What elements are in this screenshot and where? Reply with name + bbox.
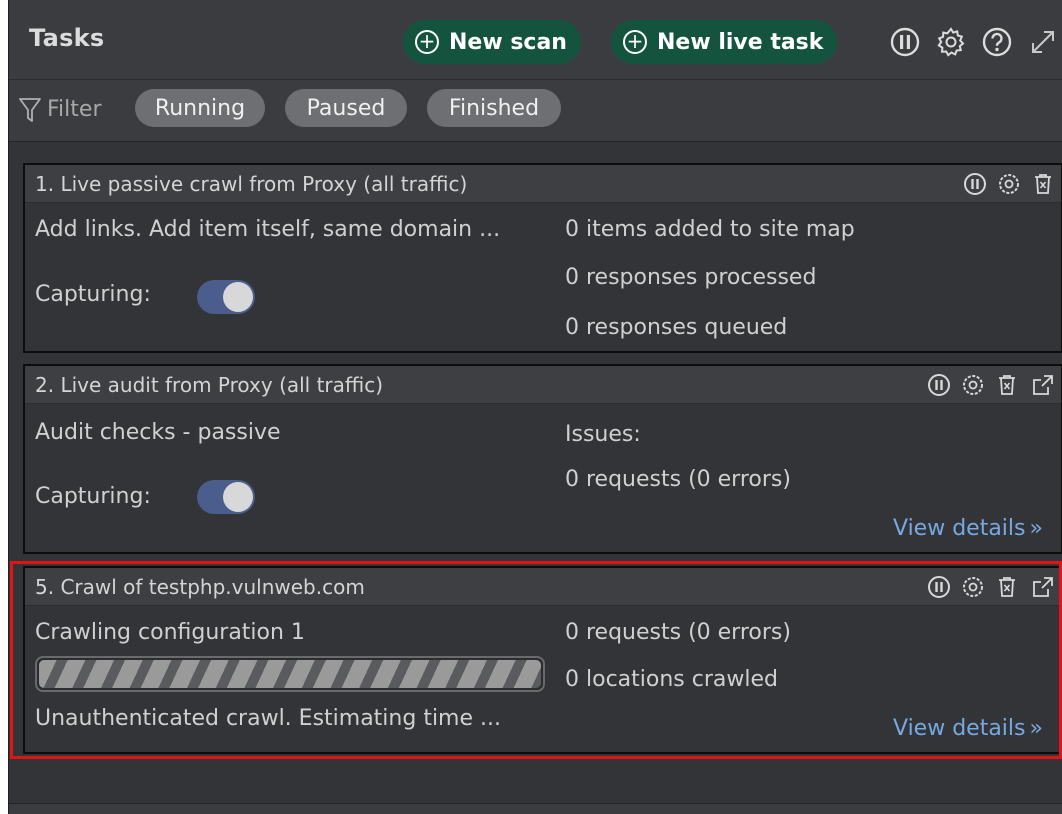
new-scan-label: New scan (449, 29, 567, 55)
task-title: 2. Live audit from Proxy (all traffic) (35, 373, 384, 397)
task-stat: 0 requests (0 errors) (565, 620, 791, 645)
task-card-5[interactable]: 5. Crawl of testphp.vulnweb.com Crawling… (23, 566, 1062, 754)
task-card-1[interactable]: 1. Live passive crawl from Proxy (all tr… (23, 163, 1062, 353)
task-stat: 0 requests (0 errors) (565, 467, 791, 492)
panel-title: Tasks (29, 24, 105, 52)
task-card-2[interactable]: 2. Live audit from Proxy (all traffic) A… (23, 364, 1062, 554)
filter-chip-running[interactable]: Running (135, 89, 265, 127)
filter-label: Filter (47, 97, 102, 122)
open-external-icon[interactable] (1031, 575, 1055, 599)
view-details-link[interactable]: View details» (893, 516, 1043, 541)
task-header: 2. Live audit from Proxy (all traffic) (25, 366, 1061, 404)
plus-circle-icon: + (415, 30, 439, 54)
task-stat: Issues: (565, 422, 641, 447)
task-stat: 0 locations crawled (565, 667, 778, 692)
gear-icon[interactable] (935, 26, 967, 58)
gear-icon[interactable] (997, 172, 1021, 196)
double-chevron-right-icon: » (1029, 716, 1043, 741)
open-external-icon[interactable] (1031, 373, 1055, 397)
task-description: Add links. Add item itself, same domain … (35, 217, 501, 242)
trash-icon[interactable] (995, 373, 1019, 397)
pause-icon[interactable] (927, 575, 951, 599)
gear-icon[interactable] (961, 575, 985, 599)
toggle-knob (223, 482, 253, 512)
capturing-toggle[interactable] (197, 480, 255, 514)
view-details-label: View details (893, 516, 1026, 541)
tasks-header: Tasks + New scan + New live task (9, 0, 1062, 80)
task-description: Audit checks - passive (35, 420, 281, 445)
task-title: 1. Live passive crawl from Proxy (all tr… (35, 172, 468, 196)
task-title: 5. Crawl of testphp.vulnweb.com (35, 575, 365, 599)
help-icon[interactable] (981, 26, 1013, 58)
double-chevron-right-icon: » (1029, 516, 1043, 541)
filter-icon[interactable] (19, 97, 41, 123)
pause-icon[interactable] (927, 373, 951, 397)
pause-icon[interactable] (889, 26, 921, 58)
expand-icon[interactable] (1027, 26, 1059, 58)
crawl-progress-bar (35, 656, 545, 692)
capturing-label: Capturing: (35, 484, 151, 509)
new-live-task-button[interactable]: + New live task (611, 20, 838, 64)
capturing-label: Capturing: (35, 282, 151, 307)
new-live-task-label: New live task (657, 29, 824, 55)
view-details-label: View details (893, 716, 1026, 741)
gear-icon[interactable] (961, 373, 985, 397)
panel-footer (9, 803, 1062, 814)
toggle-knob (223, 282, 253, 312)
filter-chip-finished[interactable]: Finished (427, 89, 561, 127)
view-details-link[interactable]: View details» (893, 716, 1043, 741)
task-stat: 0 responses processed (565, 265, 817, 290)
trash-icon[interactable] (995, 575, 1019, 599)
trash-icon[interactable] (1031, 172, 1055, 196)
filter-chip-paused[interactable]: Paused (285, 89, 407, 127)
capturing-toggle[interactable] (197, 280, 255, 314)
new-scan-button[interactable]: + New scan (403, 20, 581, 64)
task-description: Crawling configuration 1 (35, 620, 305, 645)
pause-icon[interactable] (963, 172, 987, 196)
task-header: 5. Crawl of testphp.vulnweb.com (25, 568, 1061, 606)
tasks-panel: Tasks + New scan + New live task Filter … (8, 0, 1062, 814)
task-status: Unauthenticated crawl. Estimating time .… (35, 706, 501, 731)
task-stat: 0 responses queued (565, 315, 788, 340)
task-header: 1. Live passive crawl from Proxy (all tr… (25, 165, 1061, 203)
plus-circle-icon: + (623, 30, 647, 54)
progress-fill (39, 660, 541, 688)
task-stat: 0 items added to site map (565, 217, 855, 242)
